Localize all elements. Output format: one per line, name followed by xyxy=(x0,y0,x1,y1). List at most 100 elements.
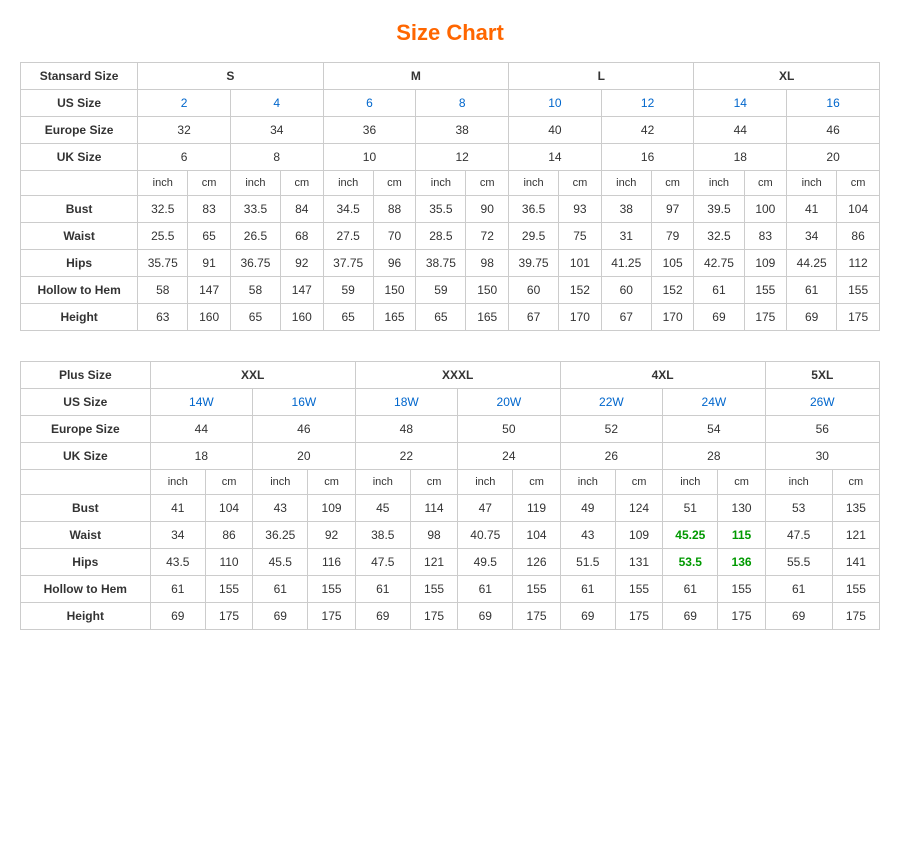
pht-3: 175 xyxy=(308,603,355,630)
sh-10: inch xyxy=(601,171,651,196)
psh-11: cm xyxy=(718,470,765,495)
plus-uk-28: 28 xyxy=(663,443,766,470)
size-chart: Size Chart Stansard Size S M L XL US Siz… xyxy=(20,20,880,630)
pb-13: 135 xyxy=(832,495,879,522)
height-row: Height 63 160 65 160 65 165 65 165 67 17… xyxy=(21,304,880,331)
pw-8: 43 xyxy=(560,522,615,549)
psh-4: inch xyxy=(355,470,410,495)
sh-7: cm xyxy=(466,171,509,196)
waist-label: Waist xyxy=(21,223,138,250)
psh-12: inch xyxy=(765,470,832,495)
waist-5: 70 xyxy=(373,223,416,250)
ht-13: 175 xyxy=(744,304,787,331)
pw-10: 45.25 xyxy=(663,522,718,549)
ph2h-1: 155 xyxy=(205,576,252,603)
sh-13: cm xyxy=(744,171,787,196)
uk-18: 18 xyxy=(694,144,787,171)
h2h-5: 150 xyxy=(373,277,416,304)
sh-2: inch xyxy=(230,171,280,196)
uk-20: 20 xyxy=(787,144,880,171)
eu-36: 36 xyxy=(323,117,416,144)
ht-14: 69 xyxy=(787,304,837,331)
ph-7: 126 xyxy=(513,549,560,576)
waist-11: 79 xyxy=(651,223,694,250)
waist-0: 25.5 xyxy=(138,223,188,250)
waist-9: 75 xyxy=(559,223,602,250)
h2h-13: 155 xyxy=(744,277,787,304)
ph-12: 55.5 xyxy=(765,549,832,576)
h2h-4: 59 xyxy=(323,277,373,304)
waist-13: 83 xyxy=(744,223,787,250)
bust-label: Bust xyxy=(21,196,138,223)
us-size-row: US Size 2 4 6 8 10 12 14 16 xyxy=(21,90,880,117)
sh-11: cm xyxy=(651,171,694,196)
bust-13: 100 xyxy=(744,196,787,223)
ph-2: 45.5 xyxy=(253,549,308,576)
ht-7: 165 xyxy=(466,304,509,331)
us-16: 16 xyxy=(787,90,880,117)
h2h-9: 152 xyxy=(559,277,602,304)
ph-0: 43.5 xyxy=(150,549,205,576)
standard-size-header-row: Stansard Size S M L XL xyxy=(21,63,880,90)
plus-size-header-row: Plus Size XXL XXXL 4XL 5XL xyxy=(21,362,880,389)
uk-size-row: UK Size 6 8 10 12 14 16 18 20 xyxy=(21,144,880,171)
plus-hollow-to-hem-row: Hollow to Hem 61 155 61 155 61 155 61 15… xyxy=(21,576,880,603)
bust-0: 32.5 xyxy=(138,196,188,223)
waist-10: 31 xyxy=(601,223,651,250)
plus-size-label: Plus Size xyxy=(21,362,151,389)
plus-size-table: Plus Size XXL XXXL 4XL 5XL US Size 14W 1… xyxy=(20,361,880,630)
plus-uk-size-row: UK Size 18 20 22 24 26 28 30 xyxy=(21,443,880,470)
ph2h-2: 61 xyxy=(253,576,308,603)
pw-13: 121 xyxy=(832,522,879,549)
plus-europe-label: Europe Size xyxy=(21,416,151,443)
hips-10: 41.25 xyxy=(601,250,651,277)
pht-11: 175 xyxy=(718,603,765,630)
bust-10: 38 xyxy=(601,196,651,223)
hips-5: 96 xyxy=(373,250,416,277)
pw-4: 38.5 xyxy=(355,522,410,549)
pb-4: 45 xyxy=(355,495,410,522)
ht-10: 67 xyxy=(601,304,651,331)
hips-0: 35.75 xyxy=(138,250,188,277)
plus-sub-header-row: inch cm inch cm inch cm inch cm inch cm … xyxy=(21,470,880,495)
pw-1: 86 xyxy=(205,522,252,549)
pb-7: 119 xyxy=(513,495,560,522)
waist-14: 34 xyxy=(787,223,837,250)
pht-5: 175 xyxy=(410,603,457,630)
plus-waist-label: Waist xyxy=(21,522,151,549)
pb-6: 47 xyxy=(458,495,513,522)
plus-us-20w: 20W xyxy=(458,389,561,416)
h2h-0: 58 xyxy=(138,277,188,304)
bust-3: 84 xyxy=(281,196,324,223)
pht-4: 69 xyxy=(355,603,410,630)
eu-34: 34 xyxy=(230,117,323,144)
psh-7: cm xyxy=(513,470,560,495)
hollow-to-hem-label: Hollow to Hem xyxy=(21,277,138,304)
pht-8: 69 xyxy=(560,603,615,630)
ph2h-7: 155 xyxy=(513,576,560,603)
standard-size-table: Stansard Size S M L XL US Size 2 4 6 8 1… xyxy=(20,62,880,331)
pht-2: 69 xyxy=(253,603,308,630)
bust-12: 39.5 xyxy=(694,196,744,223)
psh-0: inch xyxy=(150,470,205,495)
plus-eu-54: 54 xyxy=(663,416,766,443)
plus-uk-26: 26 xyxy=(560,443,663,470)
psh-2: inch xyxy=(253,470,308,495)
xxxl-header: XXXL xyxy=(355,362,560,389)
psh-1: cm xyxy=(205,470,252,495)
europe-size-label: Europe Size xyxy=(21,117,138,144)
waist-15: 86 xyxy=(837,223,880,250)
uk-10: 10 xyxy=(323,144,416,171)
pb-3: 109 xyxy=(308,495,355,522)
ht-8: 67 xyxy=(509,304,559,331)
us-2: 2 xyxy=(138,90,231,117)
eu-46: 46 xyxy=(787,117,880,144)
bust-row: Bust 32.5 83 33.5 84 34.5 88 35.5 90 36.… xyxy=(21,196,880,223)
us-14: 14 xyxy=(694,90,787,117)
m-header: M xyxy=(323,63,508,90)
ph-9: 131 xyxy=(615,549,662,576)
sh-14: inch xyxy=(787,171,837,196)
plus-eu-56: 56 xyxy=(765,416,879,443)
pb-12: 53 xyxy=(765,495,832,522)
ht-11: 170 xyxy=(651,304,694,331)
